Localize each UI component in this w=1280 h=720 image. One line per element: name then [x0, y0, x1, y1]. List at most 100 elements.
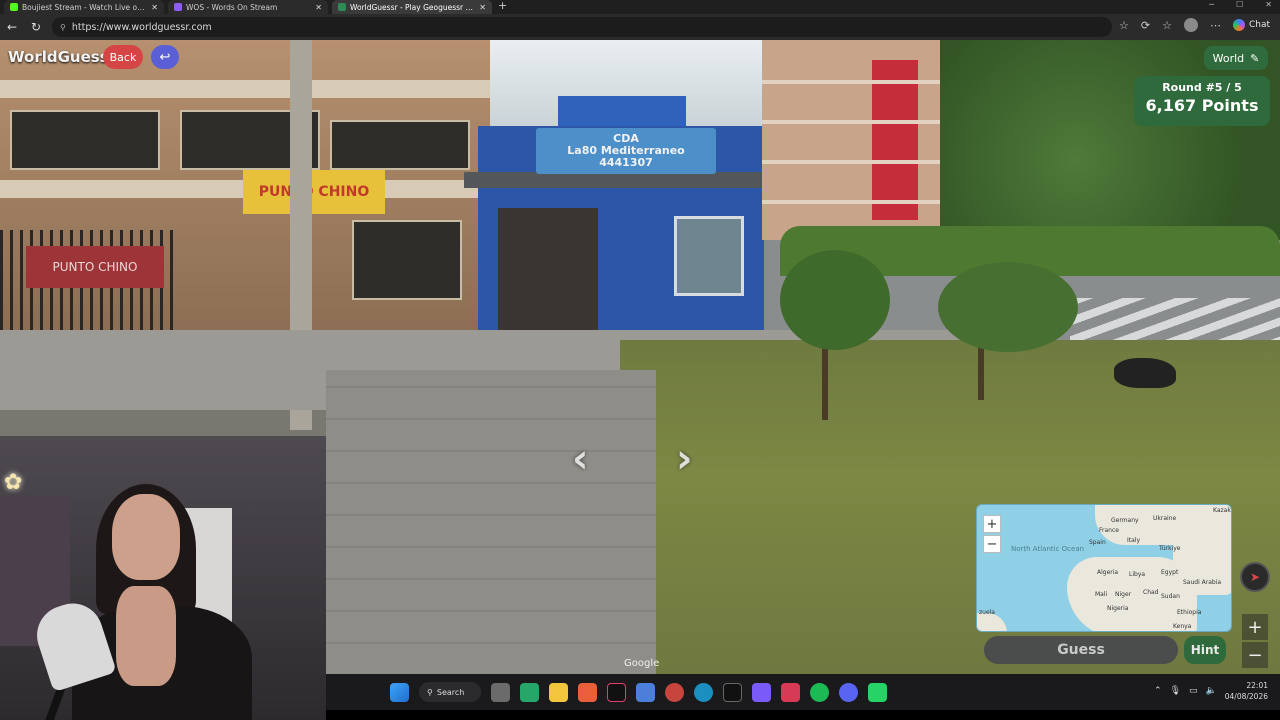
start-windows-icon[interactable] — [390, 682, 409, 702]
file-explorer-icon[interactable] — [549, 682, 568, 702]
whatsapp-icon[interactable] — [868, 682, 887, 702]
streamer-face — [112, 494, 180, 580]
url-text: https://www.worldguessr.com — [71, 21, 212, 33]
edit-pencil-icon: ✎ — [1250, 51, 1260, 65]
chat-label: Chat — [1248, 20, 1270, 30]
search-icon: ⚲ — [427, 687, 433, 697]
discord-icon[interactable] — [839, 682, 858, 702]
favorite-star-icon[interactable]: ☆ — [1119, 19, 1129, 32]
map-label: Kazak — [1213, 507, 1231, 514]
more-options-icon[interactable]: ⋯ — [1210, 19, 1221, 32]
map-label: France — [1099, 527, 1119, 534]
google-watermark: Google — [624, 658, 660, 669]
move-forward-arrow-icon[interactable]: › — [676, 436, 692, 482]
return-to-start-button[interactable]: ↩ — [151, 45, 179, 69]
map-label: Germany — [1111, 517, 1139, 524]
streamer-neck — [116, 586, 176, 686]
tab-title: WOS - Words On Stream — [186, 2, 278, 12]
tiktok-icon[interactable] — [607, 682, 626, 702]
back-button[interactable]: Back — [103, 45, 143, 69]
guess-button[interactable]: Guess — [984, 636, 1178, 664]
map-label: Mali — [1095, 591, 1108, 598]
extensions-icon[interactable]: ⟳ — [1141, 19, 1150, 32]
map-label: Spain — [1089, 539, 1106, 546]
wos-favicon-icon — [174, 3, 182, 11]
clock-date: 04/08/2026 — [1224, 692, 1268, 701]
minimize-icon[interactable]: ─ — [1209, 0, 1214, 9]
system-tray: ⌃ 🎙 ▭ 🔈 22:01 04/08/2026 — [1154, 680, 1268, 702]
call-of-duty-icon[interactable] — [723, 682, 742, 702]
guess-minimap[interactable]: North Atlantic Ocean Germany Ukraine Kaz… — [976, 504, 1232, 632]
back-arrow-icon[interactable]: ← — [0, 20, 24, 34]
app-grid-icon[interactable] — [752, 682, 771, 702]
stone-path — [326, 370, 656, 674]
store-icon[interactable] — [520, 682, 539, 702]
round-score-panel: Round #5 / 5 6,167 Points — [1134, 76, 1270, 126]
taskbar-apps: ⚲ Search — [390, 682, 887, 702]
streamer-webcam: ✿ — [0, 436, 326, 720]
map-label: Sudan — [1161, 593, 1180, 600]
taskbar-search[interactable]: ⚲ Search — [419, 682, 481, 702]
tab-title: WorldGuessr - Play Geoguessr for — [350, 2, 476, 12]
tab-words-on-stream[interactable]: WOS - Words On Stream ✕ — [168, 0, 328, 14]
task-view-icon[interactable] — [491, 682, 510, 702]
profile-avatar[interactable] — [1183, 18, 1198, 32]
pdf-app-icon[interactable] — [781, 682, 800, 702]
windows-taskbar: ⚲ Search ⌃ 🎙 ▭ 🔈 22:01 04/08/2026 — [326, 674, 1280, 710]
worldguessr-logo[interactable]: WorldGuessr — [8, 48, 116, 66]
new-tab-button[interactable]: + — [498, 0, 507, 14]
network-icon[interactable]: ▭ — [1189, 686, 1198, 696]
bottom-edge — [326, 710, 1280, 720]
tab-strip: Boujiest Stream - Watch Live on K ✕ WOS … — [0, 0, 1280, 14]
browser-toolbar: ☆ ⟳ ☆ ⋯ Chat — [1119, 18, 1270, 32]
kick-favicon-icon — [10, 3, 18, 11]
edge-icon[interactable] — [694, 682, 713, 702]
map-label: zuela — [979, 609, 995, 616]
compass-icon[interactable]: ➤ — [1240, 562, 1270, 592]
microphone-icon[interactable]: 🎙 — [1170, 686, 1181, 696]
map-label: Ukraine — [1153, 515, 1177, 522]
close-tab-icon[interactable]: ✕ — [479, 3, 486, 12]
bush-tree — [938, 262, 1078, 352]
return-icon: ↩ — [159, 49, 171, 65]
chrome-icon[interactable] — [665, 682, 684, 702]
street-zoom-in-button[interactable]: + — [1242, 614, 1268, 640]
map-label: Niger — [1115, 591, 1132, 598]
game-mode-button[interactable]: World ✎ — [1204, 46, 1268, 70]
map-label: Algeria — [1097, 569, 1119, 576]
copilot-app-icon[interactable] — [578, 682, 597, 702]
spotify-icon[interactable] — [810, 682, 829, 702]
search-label: Search — [436, 687, 465, 697]
clock[interactable]: 22:01 04/08/2026 — [1225, 680, 1268, 702]
site-info-icon[interactable]: ⚲ — [60, 23, 66, 32]
map-label: Kenya — [1173, 623, 1192, 630]
copilot-icon — [1232, 19, 1245, 31]
mail-icon[interactable] — [636, 682, 655, 702]
close-window-icon[interactable]: ✕ — [1265, 0, 1272, 9]
tab-worldguessr[interactable]: WorldGuessr - Play Geoguessr for ✕ — [332, 0, 492, 14]
store-sign: CDA La80 Mediterraneo 4441307 — [536, 128, 716, 174]
hint-button[interactable]: Hint — [1184, 636, 1226, 664]
copilot-chat-button[interactable]: Chat — [1232, 19, 1270, 31]
ocean-label: North Atlantic Ocean — [1011, 545, 1085, 553]
store-upper-facade — [558, 96, 686, 130]
minimap-zoom-out-button[interactable]: − — [983, 535, 1001, 553]
map-label: Türkiye — [1159, 545, 1181, 552]
close-tab-icon[interactable]: ✕ — [151, 3, 158, 12]
tab-title: Boujiest Stream - Watch Live on K — [22, 2, 148, 12]
reload-icon[interactable]: ↻ — [24, 20, 48, 34]
street-zoom-out-button[interactable]: − — [1242, 642, 1268, 668]
close-tab-icon[interactable]: ✕ — [315, 3, 322, 12]
minimap-zoom-in-button[interactable]: + — [983, 515, 1001, 533]
map-label: Nigeria — [1107, 605, 1129, 612]
map-label: Italy — [1127, 537, 1141, 544]
tab-kick-stream[interactable]: Boujiest Stream - Watch Live on K ✕ — [4, 0, 164, 14]
url-field[interactable]: ⚲ https://www.worldguessr.com — [52, 17, 1112, 37]
move-back-arrow-icon[interactable]: ‹ — [572, 436, 588, 482]
favorites-icon[interactable]: ☆ — [1162, 19, 1172, 32]
map-label: Saudi Arabia — [1183, 579, 1222, 586]
volume-icon[interactable]: 🔈 — [1206, 686, 1217, 696]
map-label: Egypt — [1161, 569, 1179, 576]
tray-chevron-icon[interactable]: ⌃ — [1154, 686, 1162, 696]
maximize-icon[interactable]: ☐ — [1236, 0, 1243, 9]
